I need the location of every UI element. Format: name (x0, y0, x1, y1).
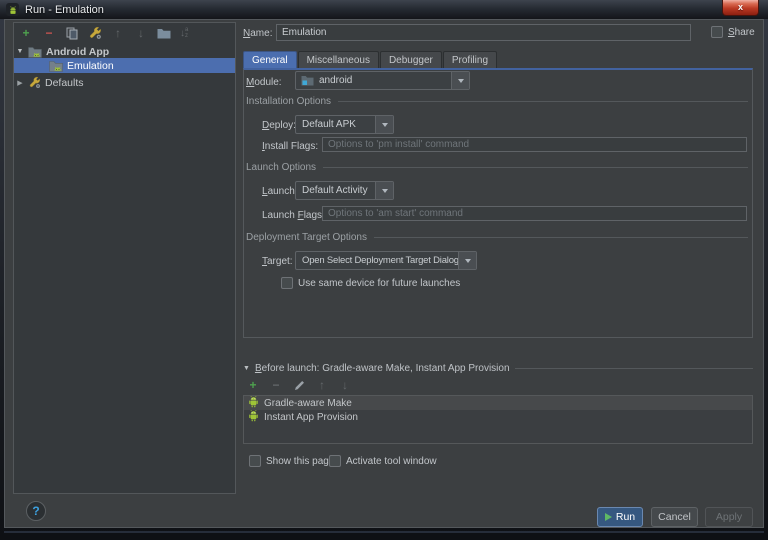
sort-configurations-icon[interactable]: ↓ a z (180, 27, 188, 39)
launch-value: Default Activity (296, 185, 375, 196)
run-configuration-dialog: Run - Emulation x + − ↑ ↓ (0, 0, 768, 540)
before-launch-label: Before launch: Gradle-aware Make, Instan… (255, 363, 510, 374)
defaults-wrench-icon (28, 76, 41, 89)
use-same-device-label: Use same device for future launches (298, 278, 460, 289)
task-row-instant-app-provision[interactable]: Instant App Provision (244, 410, 752, 424)
install-flags-label: Install Flags: (262, 141, 318, 152)
tree-toolbar: + − ↑ ↓ ↓ a z (19, 26, 188, 40)
edit-defaults-wrench-icon[interactable] (88, 26, 102, 40)
move-up-icon[interactable]: ↑ (111, 26, 125, 40)
tree-item-label: Emulation (67, 60, 114, 72)
installation-options-header: Installation Options (246, 96, 748, 107)
help-button[interactable]: ? (26, 501, 46, 521)
android-studio-icon (6, 3, 19, 16)
title-bar[interactable]: Run - Emulation (0, 0, 768, 19)
run-button-label: Run (616, 511, 635, 523)
remove-configuration-icon[interactable]: − (42, 26, 56, 40)
share-checkbox[interactable] (711, 26, 723, 38)
move-task-down-icon[interactable]: ↓ (338, 378, 352, 392)
tree-item-defaults[interactable]: ▶ Defaults (14, 75, 235, 90)
name-label: Name: (243, 28, 272, 39)
deployment-target-options-header: Deployment Target Options (246, 232, 748, 243)
collapse-arrow-icon[interactable]: ▶ (14, 79, 26, 87)
use-same-device-checkbox[interactable] (281, 277, 293, 289)
tree-item-label: Android App (46, 46, 109, 58)
tree-item-android-app[interactable]: ▼ Android App (14, 44, 235, 59)
target-label: Target: (262, 256, 293, 267)
before-launch-task-list: Gradle-aware Make Instant App Provision (243, 395, 753, 444)
move-task-up-icon[interactable]: ↑ (315, 378, 329, 392)
tab-profiling[interactable]: Profiling (443, 51, 497, 68)
run-play-icon (605, 513, 612, 521)
deploy-dropdown-arrow[interactable] (375, 116, 393, 133)
before-launch-toolbar: + − ↑ ↓ (246, 378, 352, 392)
window-bottom-edge (4, 531, 764, 533)
launch-select[interactable]: Default Activity (295, 181, 394, 200)
run-button[interactable]: Run (597, 507, 643, 527)
close-button[interactable]: x (722, 0, 759, 16)
tree-item-emulation-selected[interactable]: Emulation (14, 58, 235, 73)
module-folder-icon (301, 75, 314, 86)
tab-miscellaneous[interactable]: Miscellaneous (298, 51, 379, 68)
new-folder-icon[interactable] (157, 26, 171, 40)
tab-debugger[interactable]: Debugger (380, 51, 442, 68)
activate-tool-window-checkbox[interactable] (329, 455, 341, 467)
apply-button[interactable]: Apply (705, 507, 753, 527)
general-tab-panel (243, 68, 753, 338)
move-down-icon[interactable]: ↓ (134, 26, 148, 40)
show-this-page-label: Show this page (266, 456, 334, 467)
target-value: Open Select Deployment Target Dialog (296, 255, 458, 266)
android-robot-icon (248, 409, 259, 425)
task-label: Gradle-aware Make (264, 398, 352, 409)
cancel-button[interactable]: Cancel (651, 507, 698, 527)
launch-options-header: Launch Options (246, 162, 748, 173)
deploy-select[interactable]: Default APK (295, 115, 394, 134)
remove-task-icon[interactable]: − (269, 378, 283, 392)
tree-item-label: Defaults (45, 77, 84, 89)
task-row-gradle-aware-make[interactable]: Gradle-aware Make (244, 396, 752, 410)
add-task-icon[interactable]: + (246, 378, 260, 392)
launch-flags-label: Launch Flags: (262, 210, 325, 221)
module-label: Module: (246, 77, 282, 88)
module-select[interactable]: android (295, 71, 470, 90)
launch-dropdown-arrow[interactable] (375, 182, 393, 199)
module-value: android (314, 75, 451, 86)
android-app-folder-icon (28, 46, 42, 58)
deploy-value: Default APK (296, 119, 375, 130)
configuration-tabs: General Miscellaneous Debugger Profiling (243, 51, 498, 68)
copy-configuration-icon[interactable] (65, 26, 79, 40)
activate-tool-window-label: Activate tool window (346, 456, 437, 467)
window-title: Run - Emulation (25, 4, 104, 16)
tab-general[interactable]: General (243, 51, 297, 68)
install-flags-input[interactable] (322, 137, 747, 152)
module-dropdown-arrow[interactable] (451, 72, 469, 89)
add-configuration-icon[interactable]: + (19, 26, 33, 40)
expand-arrow-icon[interactable]: ▼ (14, 48, 26, 55)
show-this-page-checkbox[interactable] (249, 455, 261, 467)
share-label: Share (728, 27, 755, 38)
sort-letters: a z (185, 27, 188, 39)
before-launch-collapse-icon[interactable]: ▼ (243, 365, 250, 372)
target-dropdown-arrow[interactable] (458, 252, 476, 269)
configurations-tree-panel (13, 22, 236, 494)
task-label: Instant App Provision (264, 412, 358, 423)
deploy-label: Deploy: (262, 120, 296, 131)
launch-flags-input[interactable] (322, 206, 747, 221)
before-launch-header: ▼ Before launch: Gradle-aware Make, Inst… (243, 363, 753, 374)
launch-label: Launch: (262, 186, 298, 197)
emulation-folder-icon (49, 60, 63, 72)
name-input[interactable] (276, 24, 691, 41)
target-select[interactable]: Open Select Deployment Target Dialog (295, 251, 477, 270)
edit-task-pencil-icon[interactable] (292, 378, 306, 392)
